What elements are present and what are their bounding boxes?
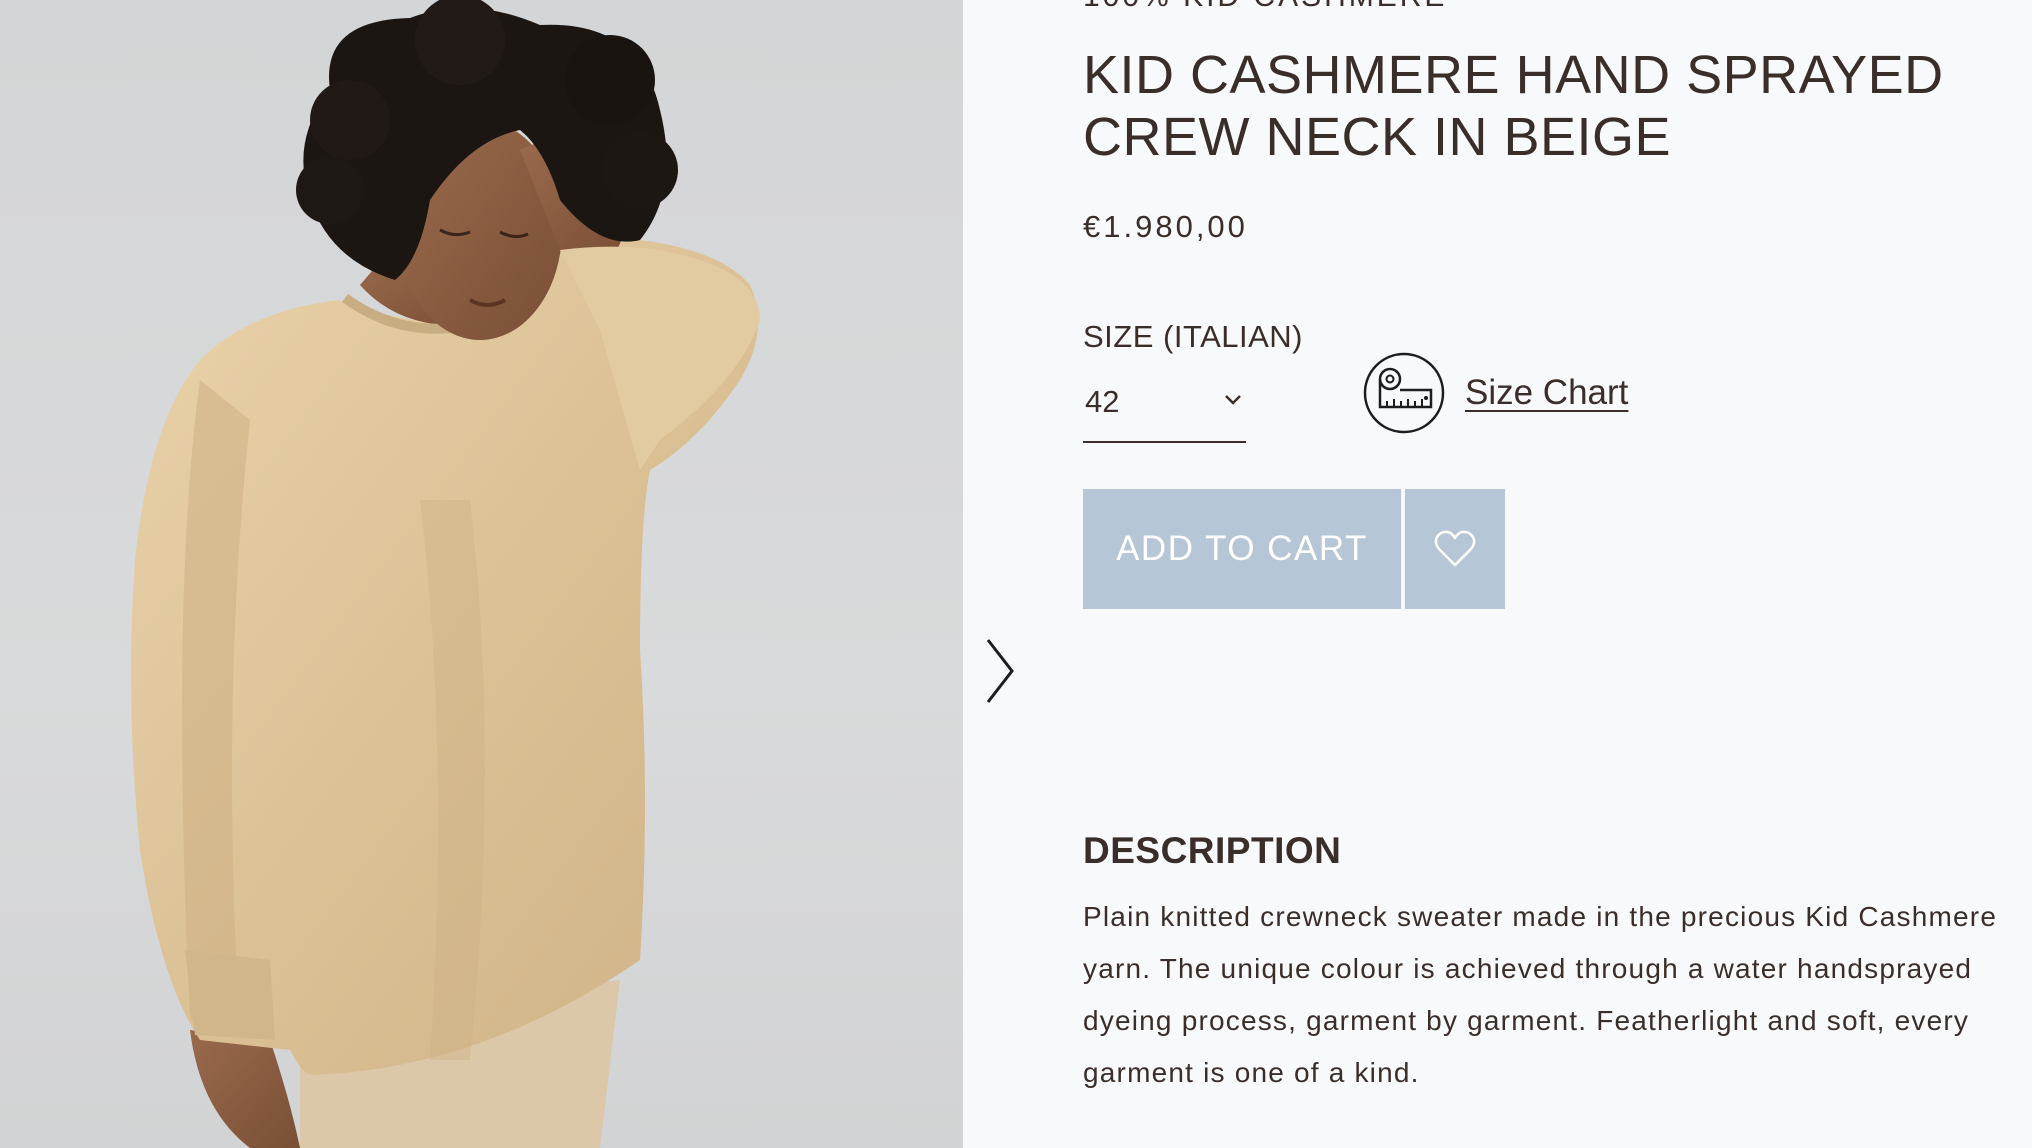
product-title: KID CASHMERE HAND SPRAYED CREW NECK IN B…: [1083, 45, 1944, 167]
wishlist-button[interactable]: [1405, 489, 1505, 609]
product-image: [0, 0, 963, 1148]
description-heading: DESCRIPTION: [1083, 830, 1342, 871]
heart-icon: [1434, 530, 1476, 567]
chevron-down-icon: [1225, 395, 1241, 405]
size-chart-link[interactable]: Size Chart: [1363, 352, 1628, 434]
size-label: SIZE (ITALIAN): [1083, 319, 1304, 354]
model-photo-illustration: [131, 0, 760, 1148]
description-text: Plain knitted crewneck sweater made in t…: [1083, 901, 1998, 1088]
size-select[interactable]: 42: [1083, 378, 1246, 443]
product-price: €1.980,00: [1083, 209, 1248, 244]
product-eyebrow: 100% KID CASHMERE: [1083, 0, 1447, 14]
add-to-cart-button[interactable]: ADD TO CART: [1083, 489, 1401, 609]
size-select-value: 42: [1085, 384, 1120, 419]
size-chart-label: Size Chart: [1465, 373, 1629, 412]
measuring-tape-icon: [1363, 352, 1445, 434]
gallery-next-arrow-icon[interactable]: [982, 636, 1018, 706]
